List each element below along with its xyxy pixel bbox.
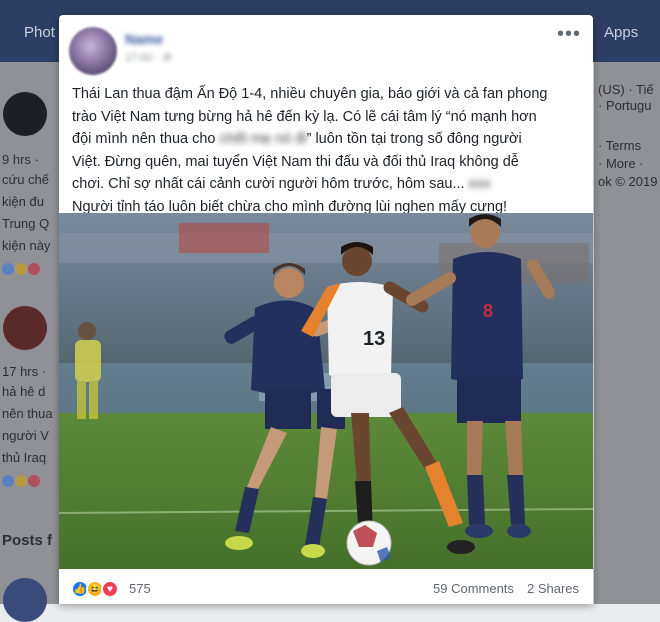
post-text-line: Việt. Đừng quên, mai tuyển Việt Nam thi …: [72, 153, 519, 170]
feed-avatar: [3, 92, 47, 136]
football-photo-icon: 13 8: [59, 213, 593, 569]
reaction-icons-bg: [2, 474, 42, 487]
post-timestamp[interactable]: 17:00 · ⚙: [125, 51, 172, 64]
background-sidebar-right: (US) · Tiế · Portugu · Terms · More · ok…: [594, 62, 660, 604]
sidebar-terms-link[interactable]: · Terms: [598, 138, 641, 153]
post-footer: 👍 😆 ♥ 575 59 Comments 2 Shares: [59, 577, 593, 604]
feed-avatar: [3, 578, 47, 622]
sidebar-more-link[interactable]: · More ·: [598, 156, 644, 171]
feed-text: Trung Q: [2, 216, 50, 231]
jersey-number: 13: [363, 328, 385, 350]
author-avatar[interactable]: [69, 27, 117, 75]
reaction-count[interactable]: 575: [129, 581, 151, 596]
feed-text: kiện đu: [2, 194, 44, 209]
feed-text: hả hê d: [2, 384, 46, 399]
feed-text: nên thua: [2, 406, 53, 421]
author-name[interactable]: Name: [125, 31, 163, 47]
reaction-icons-bg: [2, 262, 42, 275]
reaction-icons[interactable]: 👍 😆 ♥: [71, 580, 131, 600]
blurred-text: chết mẹ nó đi: [219, 131, 307, 147]
post-photo[interactable]: 13 8: [59, 213, 593, 569]
nav-photos-link[interactable]: Phot: [24, 24, 55, 41]
feed-text: cứu chế: [2, 172, 50, 187]
comments-link[interactable]: 59 Comments: [433, 581, 514, 596]
post-text-line: chơi. Chỉ sợ nhất cái cảnh cười người hô…: [72, 173, 582, 196]
sidebar-language-link[interactable]: (US) · Tiế: [598, 82, 654, 97]
post-text-span: ” luôn tồn tại trong số đông người: [306, 131, 522, 147]
love-icon: ♥: [101, 580, 119, 598]
sidebar-copyright: ok © 2019: [598, 174, 658, 189]
svg-text:8: 8: [483, 301, 493, 321]
feed-text: thủ Iraq: [2, 450, 47, 465]
post-text-line: đội mình nên thua cho chết mẹ nó đi” luô…: [72, 128, 582, 151]
post-text-line: Thái Lan thua đậm Ấn Độ 1-4, nhiều chuyê…: [72, 86, 548, 102]
post-text: Thái Lan thua đậm Ấn Độ 1-4, nhiều chuyê…: [72, 83, 582, 218]
more-options-icon[interactable]: •••: [557, 24, 581, 44]
post-text-span: đội mình nên thua cho: [72, 131, 220, 147]
feed-time: 9 hrs ·: [2, 152, 39, 167]
feed-text: người V: [2, 428, 49, 443]
post-card: Name 17:00 · ⚙ ••• Thái Lan thua đậm Ấn …: [59, 15, 593, 604]
shares-link[interactable]: 2 Shares: [527, 581, 579, 596]
blurred-text: xxx: [468, 176, 491, 192]
background-feed-left: 9 hrs · cứu chế kiện đu Trung Q kiện này…: [0, 62, 60, 622]
posts-heading: Posts f: [2, 532, 53, 549]
reaction-icons-bg: [4, 50, 44, 62]
feed-avatar: [3, 306, 47, 350]
post-text-span: chơi. Chỉ sợ nhất cái cảnh cười người hô…: [72, 176, 469, 192]
feed-text: kiện này: [2, 238, 51, 253]
post-text-line: trào Việt Nam tưng bừng hả hê đến kỳ lạ.…: [72, 108, 537, 125]
nav-apps-link[interactable]: Apps: [604, 24, 638, 41]
sidebar-language-link[interactable]: · Portugu: [598, 98, 651, 113]
feed-time: 17 hrs ·: [2, 364, 47, 379]
post-header: Name 17:00 · ⚙ •••: [59, 15, 593, 79]
